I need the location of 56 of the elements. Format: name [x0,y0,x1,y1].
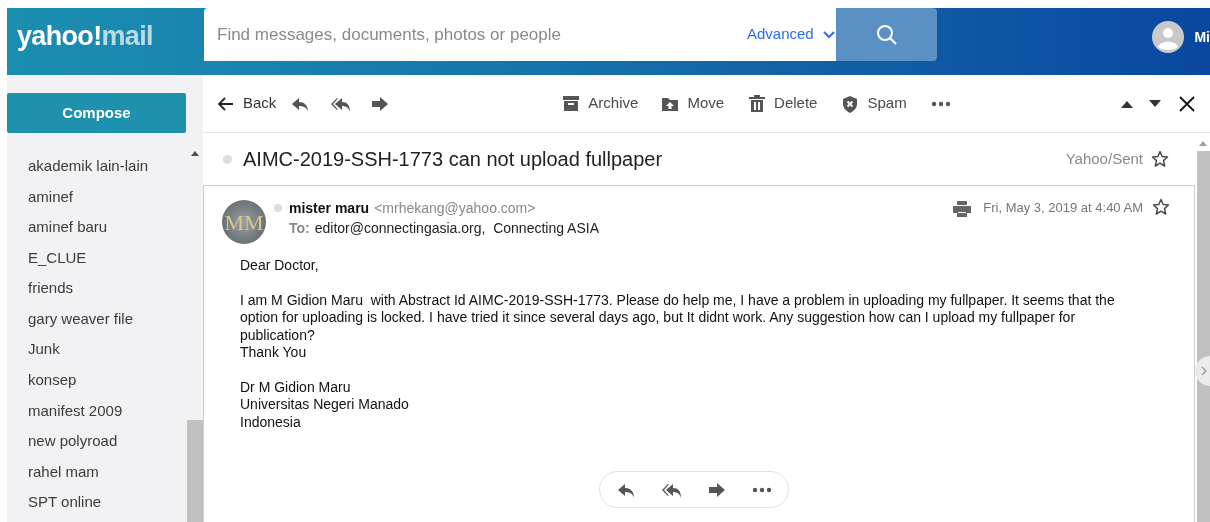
folder-item[interactable]: manifest 2009 [28,399,187,431]
folder-item[interactable]: aminef baru [28,216,187,247]
back-button[interactable]: Back [218,92,277,115]
body-text: Universitas Negeri Manado [240,396,410,414]
body-text: Dear Doctor, [240,257,320,275]
to-label: To: [289,219,310,238]
print-icon[interactable] [953,201,972,217]
avatar-icon[interactable] [1152,21,1185,53]
yahoo-mail-logo: yahoo!mail [16,20,154,54]
star-icon[interactable] [1152,198,1170,216]
message-subject: AIMC-2019-SSH-1773 can not upload fullpaper [243,147,664,172]
star-icon[interactable] [1151,150,1169,168]
body-text: I am M Gidion Maru with Abstract Id AIMC-2019-SSH-1773. Please do help me, I have a problem in uploading my fullpaper. It seems that the option for uploading is locked. I have tried it since several days ago, but It didnt work. Any suggestion how can I upload my fullpaper for publication? [240,291,1116,344]
folder-label: Yahoo/Sent [1065,148,1143,169]
sender-email: <mrhekang@yahoo.com> [374,199,536,218]
status-dot-icon [274,204,282,212]
spam-button[interactable]: Spam [841,92,907,115]
message-date: Fri, May 3, 2019 at 4:40 AM [983,199,1143,217]
move-button[interactable]: Move [661,92,725,115]
advanced-search-button[interactable]: Advanced [739,8,836,61]
folder-item[interactable]: rahel mam [28,460,187,492]
body-text: Dr M Gidion Maru [240,378,352,396]
search-icon [875,23,898,46]
next-icon[interactable] [1149,99,1161,108]
folder-item[interactable]: SPT online [28,491,187,522]
folder-item[interactable]: new polyroad [28,430,187,461]
more-icon[interactable] [752,485,772,494]
previous-icon[interactable] [1121,99,1133,108]
folder-item[interactable]: konsep [28,369,187,400]
close-icon[interactable] [1179,95,1195,112]
folder-item[interactable]: gary weaver file [28,307,187,339]
body-text: Indonesia [240,413,302,431]
folder-item[interactable]: friends [28,277,187,308]
delete-button[interactable]: Delete [748,92,818,115]
unread-dot-icon[interactable] [223,154,232,164]
archive-button[interactable]: Archive [562,92,639,115]
sender-avatar: MM [222,200,266,244]
search-field[interactable]: Find messages, documents, photos or people [204,8,739,61]
sender-name: mister maru [289,199,370,218]
compose-button[interactable]: Compose [7,93,186,133]
forward-icon[interactable] [707,480,727,499]
chevron-down-icon [822,30,835,39]
trash-icon [748,94,767,113]
shield-icon [841,94,860,113]
folder-item[interactable]: Junk [28,338,187,370]
scroll-thumb[interactable] [187,420,203,522]
more-icon[interactable] [930,99,951,108]
body-text: Thank You [240,344,308,362]
folder-item[interactable]: aminef [28,185,187,217]
folder-item[interactable]: E_CLUE [28,246,187,278]
folder-item[interactable]: akademik lain-lain [28,155,187,186]
user-name[interactable]: Mi [1194,27,1210,48]
scroll-up-icon[interactable] [191,151,199,156]
back-arrow-icon [218,96,234,111]
archive-icon [562,94,581,113]
recipients: editor@connectingasia.org, Connecting ASIA [314,219,599,238]
